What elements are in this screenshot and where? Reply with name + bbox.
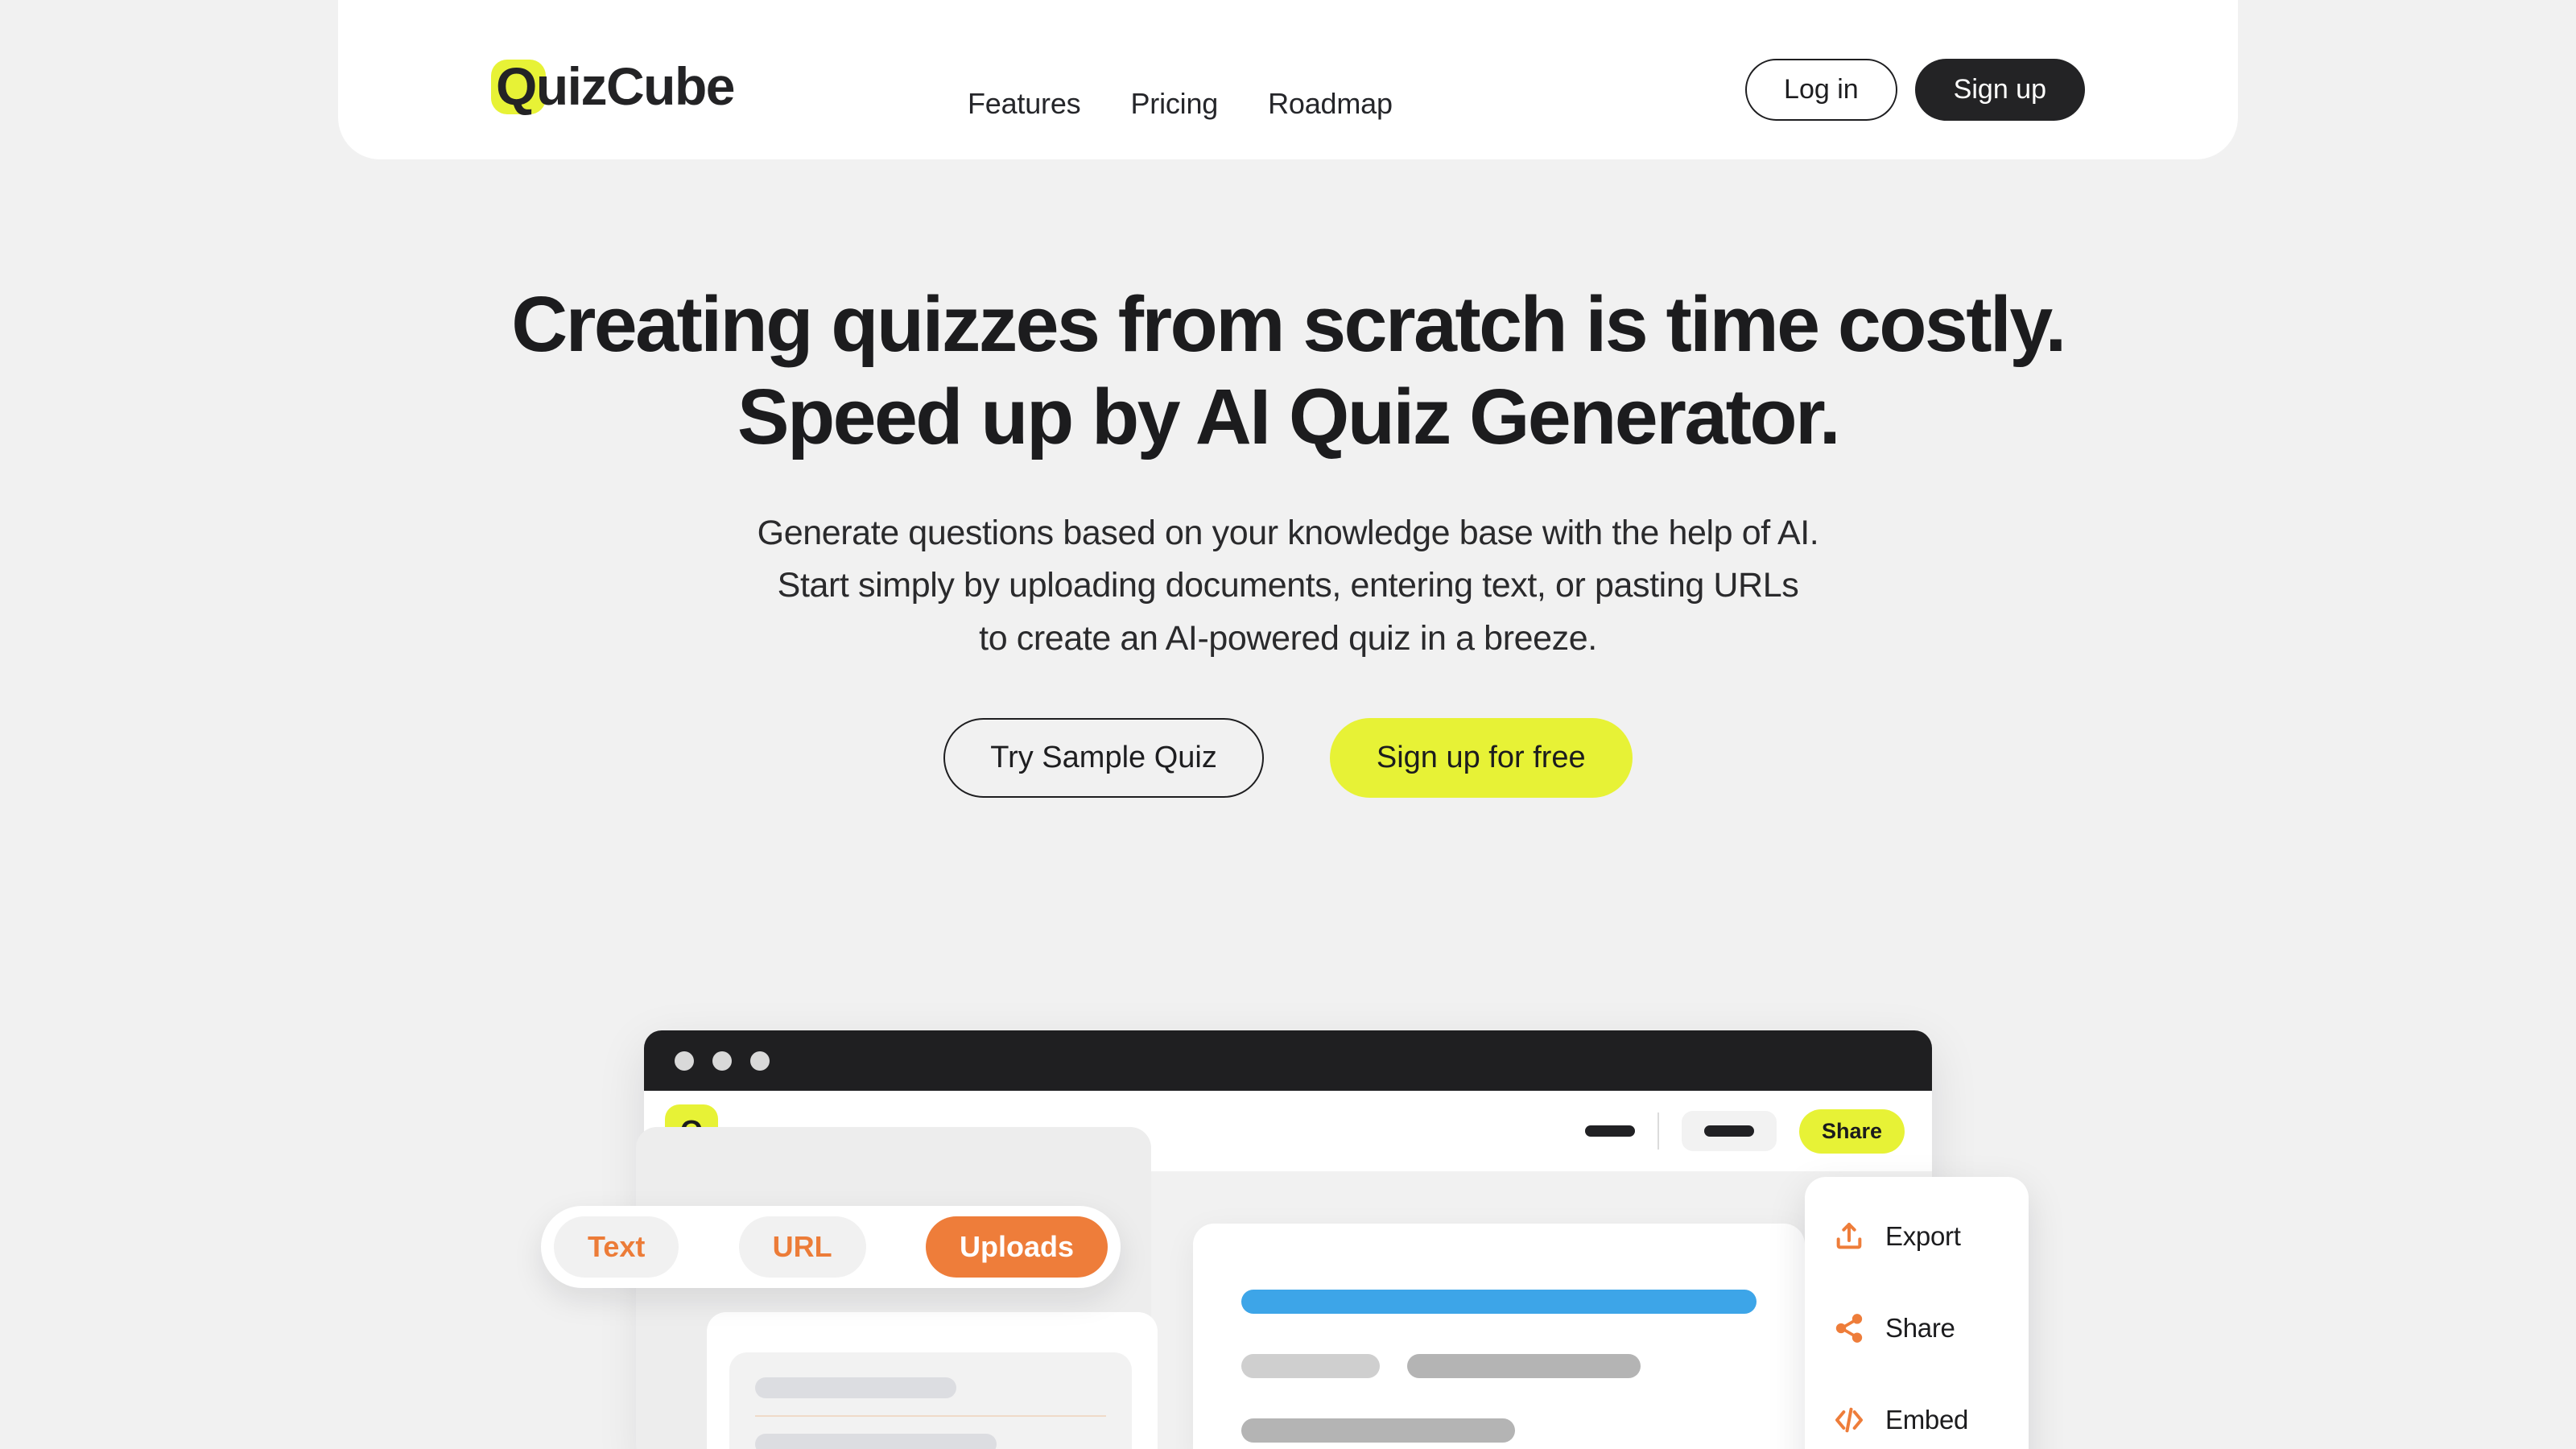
upload-icon: [1832, 1220, 1866, 1253]
toolbar-actions: Share: [1584, 1108, 1905, 1154]
tab-url[interactable]: URL: [738, 1216, 866, 1278]
answer-bar-row: [1241, 1354, 1757, 1378]
toolbar-pill-bar: [1703, 1125, 1754, 1137]
try-sample-quiz-button[interactable]: Try Sample Quiz: [943, 717, 1264, 798]
toolbar-divider: [1657, 1113, 1659, 1150]
login-button[interactable]: Log in: [1745, 59, 1897, 121]
signup-button[interactable]: Sign up: [1914, 59, 2085, 121]
skeleton-row: [755, 1430, 1106, 1449]
answer-bar-row: [1241, 1418, 1757, 1443]
page-title: Creating quizzes from scratch is time co…: [511, 280, 2066, 461]
brand-logo[interactable]: QuizCube: [491, 52, 736, 121]
hero-subtitle-line-2: Start simply by uploading documents, ent…: [777, 566, 1799, 605]
window-minimize-dot-icon[interactable]: [712, 1051, 732, 1071]
menu-item-share[interactable]: Share: [1805, 1306, 2029, 1351]
nav-link-features[interactable]: Features: [968, 87, 1081, 121]
hero-subtitle-line-3: to create an AI-powered quiz in a breeze…: [979, 618, 1597, 658]
nav-link-pricing[interactable]: Pricing: [1130, 87, 1218, 121]
hero-section: Creating quizzes from scratch is time co…: [0, 278, 2576, 798]
menu-item-embed[interactable]: Embed: [1805, 1397, 2029, 1443]
window-titlebar: [644, 1030, 1932, 1091]
window-maximize-dot-icon[interactable]: [750, 1051, 770, 1071]
hero-subtitle-line-1: Generate questions based on your knowled…: [757, 513, 1819, 552]
menu-item-label: Share: [1885, 1313, 1955, 1343]
site-header: QuizCube Features Pricing Roadmap Log in…: [338, 0, 2238, 159]
tab-text[interactable]: Text: [554, 1216, 679, 1278]
toolbar-share-button[interactable]: Share: [1798, 1108, 1905, 1154]
toolbar-placeholder-bar: [1584, 1125, 1635, 1137]
skeleton-row: [755, 1373, 1106, 1402]
share-nodes-icon: [1832, 1311, 1866, 1345]
window-close-dot-icon[interactable]: [675, 1051, 694, 1071]
export-dropdown-menu: Export Share Embed: [1805, 1177, 2029, 1449]
menu-item-label: Export: [1885, 1221, 1961, 1251]
hero-subtitle: Generate questions based on your knowled…: [0, 507, 2576, 665]
question-title-bar: [1241, 1290, 1757, 1314]
question-preview-card: [1193, 1224, 1805, 1449]
skeleton-line: [755, 1377, 956, 1398]
nav-link-roadmap[interactable]: Roadmap: [1268, 87, 1393, 121]
source-tabs: Text URL Uploads: [541, 1206, 1121, 1288]
code-icon: [1832, 1403, 1866, 1437]
upload-list-skeleton: [729, 1352, 1132, 1449]
auth-actions: Log in Sign up: [1745, 59, 2085, 121]
answer-bar-light: [1241, 1354, 1380, 1378]
toolbar-placeholder-pill[interactable]: [1681, 1111, 1777, 1151]
answer-bar-dark: [1241, 1418, 1515, 1443]
main-nav: Features Pricing Roadmap: [968, 87, 1393, 121]
menu-item-label: Embed: [1885, 1405, 1969, 1435]
menu-item-export[interactable]: Export: [1805, 1214, 2029, 1259]
signup-free-button[interactable]: Sign up for free: [1329, 717, 1633, 798]
brand-name: QuizCube: [496, 56, 736, 116]
tab-uploads[interactable]: Uploads: [925, 1216, 1108, 1278]
hero-cta-group: Try Sample Quiz Sign up for free: [0, 717, 2576, 798]
list-divider: [755, 1415, 1106, 1417]
skeleton-line: [755, 1434, 997, 1449]
answer-bar-dark: [1407, 1354, 1641, 1378]
